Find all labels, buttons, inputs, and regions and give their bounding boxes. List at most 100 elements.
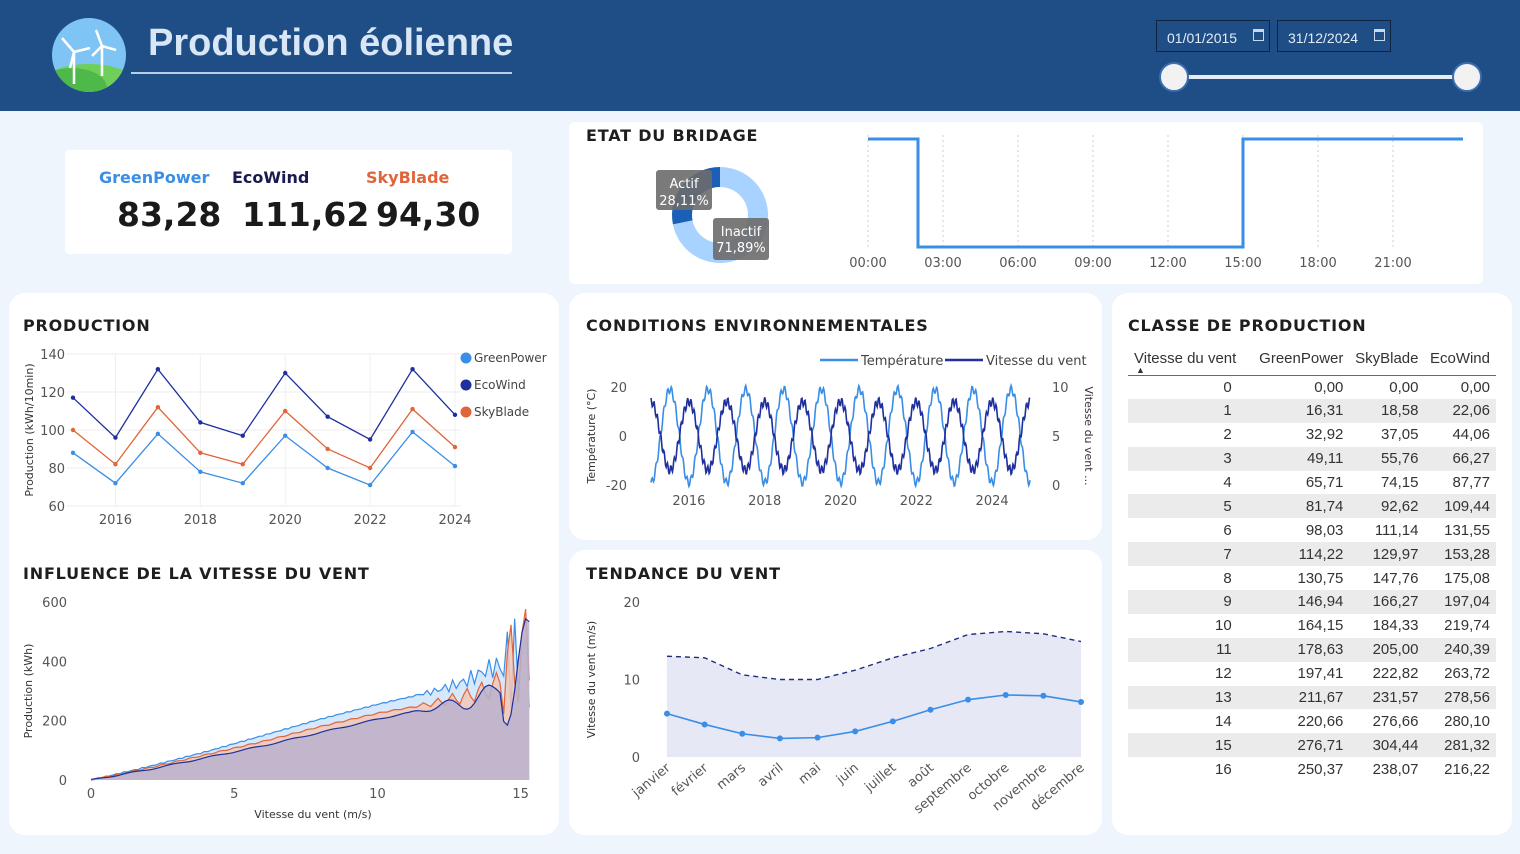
title-underline <box>131 72 512 74</box>
table-cell: 184,33 <box>1372 617 1419 635</box>
conditions-line-chart: Température Vitesse du vent 20 0 -20 10 5 0 2016… <box>585 354 1095 509</box>
table-cell: 0,00 <box>1314 378 1344 396</box>
x-tick-label: 2022 <box>900 494 933 509</box>
table-cell: 0,00 <box>1389 378 1419 396</box>
sort-ascending-icon[interactable]: ▲ <box>1136 365 1145 375</box>
start-date-input[interactable]: 01/01/2015 <box>1156 20 1270 52</box>
date-range-slider-track[interactable] <box>1174 75 1466 79</box>
table-row: 15 276,71 304,44 281,32 <box>1128 733 1496 758</box>
tendance-line-chart: 20 10 0 Vitesse du vent (m/s) janvierfévrier… <box>585 596 1088 817</box>
table-cell: 65,71 <box>1305 474 1344 491</box>
table-cell: 178,63 <box>1251 637 1350 662</box>
column-header[interactable]: EcoWind <box>1424 343 1496 376</box>
table-cell: 10 <box>1215 617 1232 635</box>
x-tick-label: 03:00 <box>924 256 961 271</box>
data-point <box>410 429 415 435</box>
table-cell: 1 <box>1128 398 1252 423</box>
data-point <box>113 481 118 486</box>
table-cell: 216,22 <box>1444 760 1490 778</box>
data-point <box>452 412 458 417</box>
table-cell: 4 <box>1223 474 1232 491</box>
calendar-icon[interactable] <box>1374 29 1385 41</box>
kpi-value-skyblade: 94,30 <box>376 195 481 234</box>
table-cell: 55,76 <box>1349 446 1425 471</box>
table-cell: 109,44 <box>1424 494 1496 519</box>
actif-label: Actif <box>669 177 699 192</box>
table-cell: 11 <box>1128 637 1252 662</box>
y-axis-label: Production (kWh) <box>22 644 35 739</box>
table-cell: 304,44 <box>1349 733 1425 758</box>
date-range-end-handle[interactable] <box>1452 62 1482 92</box>
column-header[interactable]: SkyBlade <box>1349 343 1425 376</box>
table-cell: 220,66 <box>1297 712 1344 730</box>
data-point <box>776 735 783 742</box>
data-point <box>283 408 288 414</box>
table-cell: 98,03 <box>1305 521 1344 539</box>
table-cell: 87,77 <box>1452 474 1490 491</box>
table-cell: 129,97 <box>1349 542 1425 567</box>
column-header[interactable]: GreenPower <box>1251 343 1350 376</box>
data-point <box>367 465 373 471</box>
table-cell: 44,06 <box>1452 426 1490 444</box>
x-tick-label: 2018 <box>748 494 781 509</box>
tendance-title: TENDANCE DU VENT <box>586 564 781 583</box>
table-cell: 238,07 <box>1372 760 1419 778</box>
date-range-start-handle[interactable] <box>1159 62 1189 92</box>
end-date-input[interactable]: 31/12/2024 <box>1277 20 1391 52</box>
table-cell: 240,39 <box>1424 637 1496 662</box>
table-cell: 250,37 <box>1297 760 1344 778</box>
x-tick-label: 12:00 <box>1149 256 1186 271</box>
x-tick-label: avril <box>755 761 786 791</box>
table-cell: 7 <box>1128 542 1252 567</box>
data-point <box>1078 698 1084 705</box>
data-point <box>283 433 288 438</box>
table-row: 16 250,37 238,07 216,22 <box>1128 757 1496 781</box>
x-tick-label: 18:00 <box>1299 256 1336 271</box>
classe-table: Vitesse du vent ▲ GreenPower SkyBlade EcoWin… <box>1128 343 1496 781</box>
legend-label: Température <box>860 354 943 369</box>
x-tick-label: 0 <box>87 787 95 802</box>
table-cell: 0 <box>1223 378 1232 396</box>
data-point <box>814 734 821 741</box>
classe-title: CLASSE DE PRODUCTION <box>1128 316 1367 335</box>
x-tick-label: 15 <box>512 787 529 802</box>
y-tick-label: 100 <box>40 424 65 439</box>
actif-percent: 28,11% <box>659 194 709 209</box>
data-point <box>198 469 203 474</box>
data-point <box>410 406 415 412</box>
data-point <box>1002 692 1009 698</box>
table-cell: 131,55 <box>1444 521 1490 539</box>
y-axis-label: Production (kWh/10min) <box>23 363 36 496</box>
data-point <box>70 395 76 400</box>
table-cell: 114,22 <box>1251 542 1350 567</box>
y-left-tick-label: 20 <box>610 381 627 396</box>
data-point <box>155 405 161 410</box>
legend-label: SkyBlade <box>474 405 529 419</box>
table-cell: 197,41 <box>1297 665 1344 683</box>
y-right-axis-label: Vitesse du vent ... <box>1082 386 1095 485</box>
table-cell: 147,76 <box>1372 569 1419 587</box>
data-point <box>325 446 330 452</box>
table-cell: 66,27 <box>1424 446 1496 471</box>
table-cell: 146,94 <box>1251 590 1350 614</box>
table-row: 13 211,67 231,57 278,56 <box>1128 685 1496 710</box>
y-tick-label: 400 <box>42 655 67 670</box>
y-tick-label: 80 <box>48 462 65 477</box>
table-cell: 15 <box>1128 733 1252 758</box>
x-tick-label: 2020 <box>269 513 302 528</box>
column-header-sorted[interactable]: Vitesse du vent ▲ <box>1128 343 1252 376</box>
table-cell: 3 <box>1128 446 1252 471</box>
legend-label: GreenPower <box>474 351 547 365</box>
y-tick-label: 120 <box>40 386 65 401</box>
table-row: 5 81,74 92,62 109,44 <box>1128 494 1496 519</box>
table-cell: 276,71 <box>1251 733 1350 758</box>
legend-marker <box>460 352 472 364</box>
calendar-icon[interactable] <box>1253 29 1264 41</box>
table-cell: 219,74 <box>1444 617 1490 635</box>
table-cell: 32,92 <box>1305 426 1344 444</box>
table-cell: 153,28 <box>1424 542 1496 567</box>
table-cell: 6 <box>1223 521 1232 539</box>
y-tick-label: 10 <box>623 674 640 689</box>
range-band <box>667 631 1081 757</box>
table-cell: 175,08 <box>1444 569 1490 587</box>
